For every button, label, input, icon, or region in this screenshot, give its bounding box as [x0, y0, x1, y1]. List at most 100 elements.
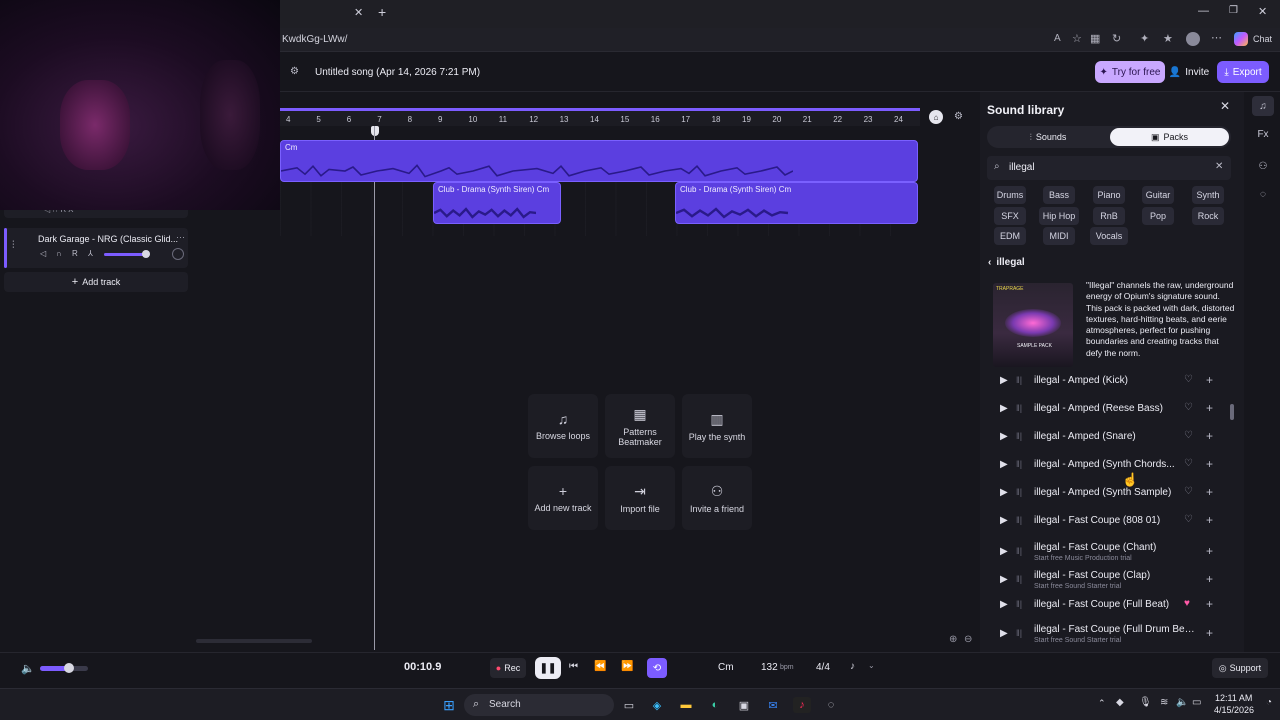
- filter-chip[interactable]: Synth: [1192, 186, 1224, 204]
- battery-icon[interactable]: ▭: [1192, 697, 1201, 708]
- track-volume-knob[interactable]: [142, 250, 150, 258]
- tab-packs[interactable]: ▣ Packs: [1110, 128, 1229, 146]
- record-arm-icon[interactable]: R: [72, 249, 78, 258]
- track-row[interactable]: ⫶ Dark Garage - NRG (Classic Glid... ⋯ ◁…: [4, 228, 188, 268]
- tiktok-icon[interactable]: ♪: [793, 697, 811, 713]
- heart-icon[interactable]: ♡: [1184, 374, 1193, 385]
- add-sound-icon[interactable]: +: [1206, 401, 1213, 415]
- heart-icon[interactable]: ♡: [1184, 430, 1193, 441]
- clear-search-icon[interactable]: ✕: [1215, 161, 1223, 172]
- sound-row[interactable]: ▶ ‖| illegal - Amped (Snare) ♡ +: [994, 427, 1220, 451]
- favorites-icon[interactable]: ★: [1163, 32, 1173, 45]
- chevron-down-icon[interactable]: ⌄: [868, 661, 875, 670]
- sound-row[interactable]: ▶ ‖| illegal - Amped (Synth Sample) ♡ +: [994, 483, 1220, 507]
- pan-knob[interactable]: [172, 248, 184, 260]
- playhead-handle[interactable]: [371, 126, 379, 136]
- effects-icon[interactable]: Fx: [1252, 124, 1274, 144]
- play-icon[interactable]: ▶: [1000, 599, 1008, 610]
- audio-clip[interactable]: Club - Drama (Synth Siren) Cm: [433, 182, 561, 224]
- track-volume-slider[interactable]: [104, 250, 150, 258]
- sound-library-icon[interactable]: ♫: [1252, 96, 1274, 116]
- filter-chip[interactable]: SFX: [994, 207, 1026, 225]
- sound-row[interactable]: ▶ ‖| illegal - Fast Coupe (808 01) ♡ +: [994, 511, 1220, 535]
- heart-icon[interactable]: ♡: [1184, 486, 1193, 497]
- track-menu-icon[interactable]: ⋯: [176, 232, 185, 243]
- play-icon[interactable]: ▶: [1000, 574, 1008, 585]
- add-sound-icon[interactable]: +: [1206, 544, 1213, 558]
- store-icon[interactable]: ▣: [735, 697, 753, 713]
- browse-loops-button[interactable]: ♫ Browse loops: [528, 394, 598, 458]
- play-icon[interactable]: ▶: [1000, 375, 1008, 386]
- add-sound-icon[interactable]: +: [1206, 373, 1213, 387]
- loop-toggle-button[interactable]: ⟲: [647, 658, 667, 678]
- speaker-icon[interactable]: 🔈: [21, 662, 35, 675]
- tab-sounds[interactable]: ⫶ Sounds: [989, 128, 1107, 146]
- skip-to-start-icon[interactable]: ⏮: [569, 661, 578, 672]
- import-file-button[interactable]: ⇥ Import file: [605, 466, 675, 530]
- settings-gear-icon[interactable]: ⚙: [290, 66, 299, 77]
- filter-chip[interactable]: Rock: [1192, 207, 1224, 225]
- sound-row[interactable]: ▶ ‖| illegal - Fast Coupe (Clap) Start fr…: [994, 567, 1220, 591]
- snap-toggle-icon[interactable]: ⌂: [929, 110, 943, 124]
- support-button[interactable]: ◎ Support: [1212, 658, 1268, 678]
- sound-row[interactable]: ▶ ‖| illegal - Amped (Kick) ♡ +: [994, 371, 1220, 395]
- new-tab-icon[interactable]: +: [378, 4, 386, 20]
- read-aloud-icon[interactable]: A: [1054, 33, 1061, 44]
- extensions-icon[interactable]: ✦: [1140, 32, 1149, 45]
- filter-chip[interactable]: RnB: [1093, 207, 1125, 225]
- patterns-beatmaker-button[interactable]: ▦ Patterns Beatmaker: [605, 394, 675, 458]
- fast-forward-icon[interactable]: ⏩: [621, 661, 633, 672]
- play-icon[interactable]: ▶: [1000, 487, 1008, 498]
- task-view-icon[interactable]: ▭: [620, 697, 638, 713]
- maximize-icon[interactable]: ❐: [1229, 5, 1238, 16]
- play-icon[interactable]: ▶: [1000, 546, 1008, 557]
- close-library-icon[interactable]: ✕: [1220, 99, 1230, 113]
- collab-icon[interactable]: ⚇: [1252, 156, 1274, 176]
- app-icon[interactable]: ◌: [822, 697, 840, 713]
- show-hidden-icons-icon[interactable]: ⌃: [1098, 698, 1106, 709]
- more-menu-icon[interactable]: ⋯: [1211, 31, 1222, 44]
- sound-row[interactable]: ▶ ‖| illegal - Fast Coupe (Chant) Start f…: [994, 539, 1220, 563]
- play-icon[interactable]: ▶: [1000, 403, 1008, 414]
- edge-browser-icon[interactable]: ◐: [706, 697, 724, 713]
- play-icon[interactable]: ▶: [1000, 459, 1008, 470]
- back-to-packs-button[interactable]: ‹ illegal: [988, 257, 1025, 268]
- pause-button[interactable]: ❚❚: [535, 657, 561, 679]
- windows-start-icon[interactable]: ⊞: [440, 697, 458, 713]
- minimize-icon[interactable]: —: [1198, 5, 1209, 17]
- add-sound-icon[interactable]: +: [1206, 597, 1213, 611]
- chat-label[interactable]: Chat: [1253, 34, 1272, 44]
- bpm-value[interactable]: 132: [761, 662, 778, 673]
- heart-icon[interactable]: ♡: [1184, 514, 1193, 525]
- export-button[interactable]: ⤓ Export: [1217, 61, 1269, 83]
- copilot-icon[interactable]: [1234, 32, 1248, 46]
- record-button[interactable]: ● Rec: [490, 658, 526, 678]
- filter-chip[interactable]: Piano: [1093, 186, 1125, 204]
- filter-chip[interactable]: MIDI: [1043, 227, 1075, 245]
- refresh-icon[interactable]: ↻: [1112, 32, 1121, 45]
- close-tab-icon[interactable]: ✕: [354, 6, 363, 19]
- add-sound-icon[interactable]: +: [1206, 485, 1213, 499]
- timeline-settings-icon[interactable]: ⚙: [954, 111, 963, 122]
- wifi-icon[interactable]: ≋: [1160, 697, 1168, 708]
- add-new-track-button[interactable]: + Add new track: [528, 466, 598, 530]
- add-sound-icon[interactable]: +: [1206, 572, 1213, 586]
- audio-clip[interactable]: Cm: [280, 140, 918, 182]
- comments-icon[interactable]: ◌: [1252, 184, 1274, 204]
- filter-chip[interactable]: Bass: [1043, 186, 1075, 204]
- rewind-icon[interactable]: ⏪: [594, 661, 606, 672]
- metronome-icon[interactable]: ♪: [850, 661, 855, 672]
- outlook-icon[interactable]: ✉: [764, 697, 782, 713]
- audio-clip[interactable]: Club - Drama (Synth Siren) Cm: [675, 182, 918, 224]
- filter-chip[interactable]: Guitar: [1142, 186, 1174, 204]
- sound-row[interactable]: ▶ ‖| illegal - Fast Coupe (Full Drum Bea.…: [994, 621, 1220, 645]
- key-display[interactable]: Cm: [718, 662, 734, 673]
- filter-chip[interactable]: Hip Hop: [1039, 207, 1079, 225]
- zoom-out-icon[interactable]: ⊖: [964, 634, 972, 645]
- add-sound-icon[interactable]: +: [1206, 457, 1213, 471]
- sound-row[interactable]: ▶ ‖| illegal - Amped (Synth Chords... ♡ +: [994, 455, 1220, 479]
- play-icon[interactable]: ▶: [1000, 431, 1008, 442]
- zoom-in-icon[interactable]: ⊕: [949, 634, 957, 645]
- master-volume-knob[interactable]: [63, 663, 74, 673]
- master-volume-slider[interactable]: [40, 663, 88, 673]
